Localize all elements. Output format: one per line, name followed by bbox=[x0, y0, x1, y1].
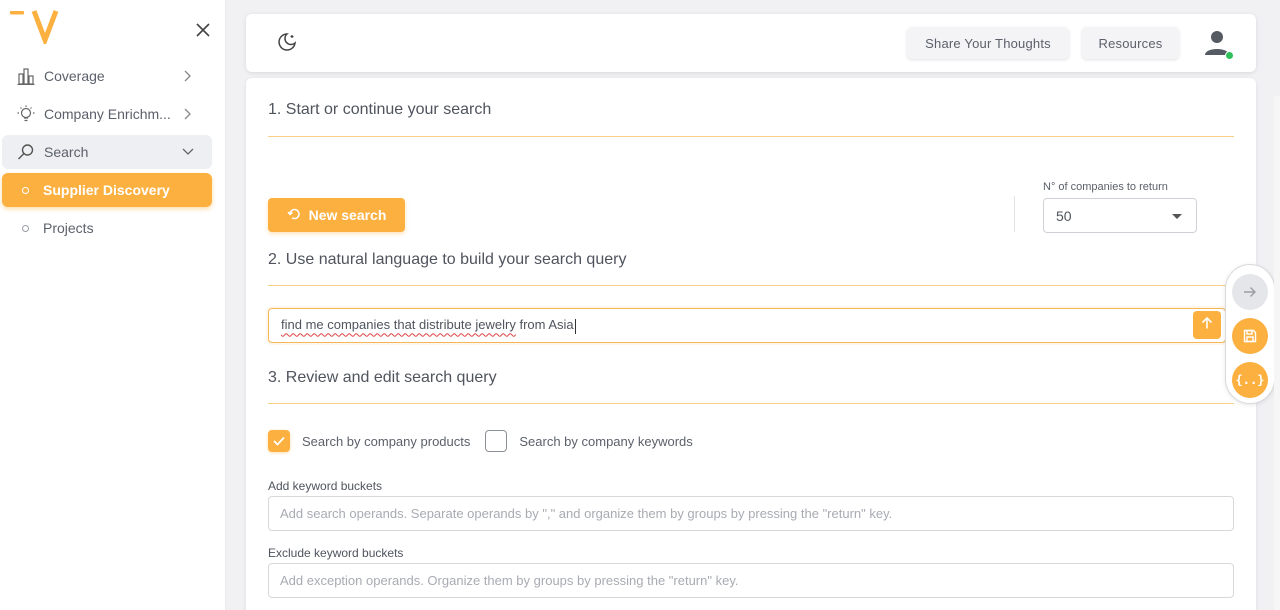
sidebar-item-coverage[interactable]: Coverage bbox=[2, 59, 212, 93]
divider bbox=[268, 403, 1234, 404]
step1-title: 1. Start or continue your search bbox=[268, 101, 492, 118]
products-checkbox-label[interactable]: Search by company products bbox=[302, 434, 470, 449]
new-search-label: New search bbox=[308, 207, 387, 223]
products-checkbox[interactable] bbox=[268, 430, 290, 452]
top-bar: Share Your Thoughts Resources bbox=[246, 14, 1256, 72]
sidebar-item-label: Projects bbox=[43, 220, 94, 236]
resources-button[interactable]: Resources bbox=[1082, 27, 1179, 59]
lightbulb-icon bbox=[16, 104, 36, 124]
view-json-button[interactable]: {..} bbox=[1232, 362, 1268, 398]
search-mode-options: Search by company products Search by com… bbox=[268, 429, 693, 453]
keywords-checkbox[interactable] bbox=[485, 430, 508, 452]
close-icon[interactable] bbox=[192, 19, 214, 41]
save-icon bbox=[1243, 329, 1257, 343]
exclude-keyword-buckets-input[interactable]: Add exception operands. Organize them by… bbox=[268, 563, 1234, 598]
braces-icon: {..} bbox=[1235, 373, 1265, 387]
keywords-checkbox-label[interactable]: Search by company keywords bbox=[519, 434, 692, 449]
sidebar-item-label: Search bbox=[44, 144, 89, 160]
floating-actions-panel: {..} bbox=[1225, 264, 1275, 404]
sidebar-item-company-enrichment[interactable]: Company Enrichm... bbox=[2, 97, 212, 131]
sidebar-item-search[interactable]: Search bbox=[2, 135, 212, 169]
refresh-icon bbox=[286, 207, 301, 224]
sidebar-item-supplier-discovery[interactable]: Supplier Discovery bbox=[2, 173, 212, 207]
chevron-down-icon bbox=[180, 144, 196, 160]
page-scrollbar[interactable] bbox=[1274, 96, 1280, 610]
step3-title: 3. Review and edit search query bbox=[268, 369, 497, 386]
companies-count-value: 50 bbox=[1056, 207, 1072, 224]
save-button[interactable] bbox=[1232, 318, 1268, 354]
companies-count-select[interactable]: 50 bbox=[1043, 198, 1197, 233]
add-buckets-label: Add keyword buckets bbox=[268, 479, 383, 493]
sidebar-item-projects[interactable]: Projects bbox=[2, 211, 212, 245]
sidebar: Coverage Company Enrichm... Search Suppl… bbox=[0, 0, 226, 610]
add-keyword-buckets-input[interactable]: Add search operands. Separate operands b… bbox=[268, 496, 1234, 531]
new-search-button[interactable]: New search bbox=[268, 198, 405, 232]
share-feedback-button[interactable]: Share Your Thoughts bbox=[907, 27, 1069, 59]
sidebar-item-label: Coverage bbox=[44, 68, 105, 84]
query-text-misspelled: find me companies that distribute jewelr… bbox=[281, 317, 516, 333]
chevron-right-icon bbox=[180, 106, 196, 122]
companies-count-label: N° of companies to return bbox=[1043, 181, 1168, 193]
moon-icon[interactable] bbox=[276, 31, 298, 53]
arrow-up-icon bbox=[1200, 316, 1214, 335]
search-card: 1. Start or continue your search New sea… bbox=[246, 78, 1256, 610]
step2-title: 2. Use natural language to build your se… bbox=[268, 251, 627, 268]
brand-logo[interactable] bbox=[10, 8, 70, 48]
divider bbox=[268, 285, 1234, 286]
check-icon bbox=[273, 436, 285, 446]
sidebar-item-label: Company Enrichm... bbox=[44, 106, 171, 122]
next-step-button[interactable] bbox=[1232, 274, 1268, 310]
search-icon bbox=[16, 142, 36, 162]
bullet-icon bbox=[22, 186, 29, 194]
text-cursor bbox=[574, 318, 576, 334]
arrow-right-icon bbox=[1244, 287, 1256, 297]
caret-down-icon bbox=[1172, 214, 1182, 219]
exclude-buckets-label: Exclude keyword buckets bbox=[268, 546, 404, 560]
vertical-divider bbox=[1014, 196, 1015, 232]
query-text: from Asia bbox=[515, 317, 574, 333]
bullet-icon bbox=[22, 224, 29, 232]
bar-chart-icon bbox=[16, 66, 36, 86]
divider bbox=[268, 136, 1234, 137]
sidebar-item-label: Supplier Discovery bbox=[43, 182, 170, 198]
natural-language-query-input[interactable]: find me companies that distribute jewelr… bbox=[268, 308, 1226, 343]
online-status-dot bbox=[1225, 51, 1234, 60]
submit-query-button[interactable] bbox=[1193, 311, 1221, 339]
chevron-right-icon bbox=[180, 68, 196, 84]
